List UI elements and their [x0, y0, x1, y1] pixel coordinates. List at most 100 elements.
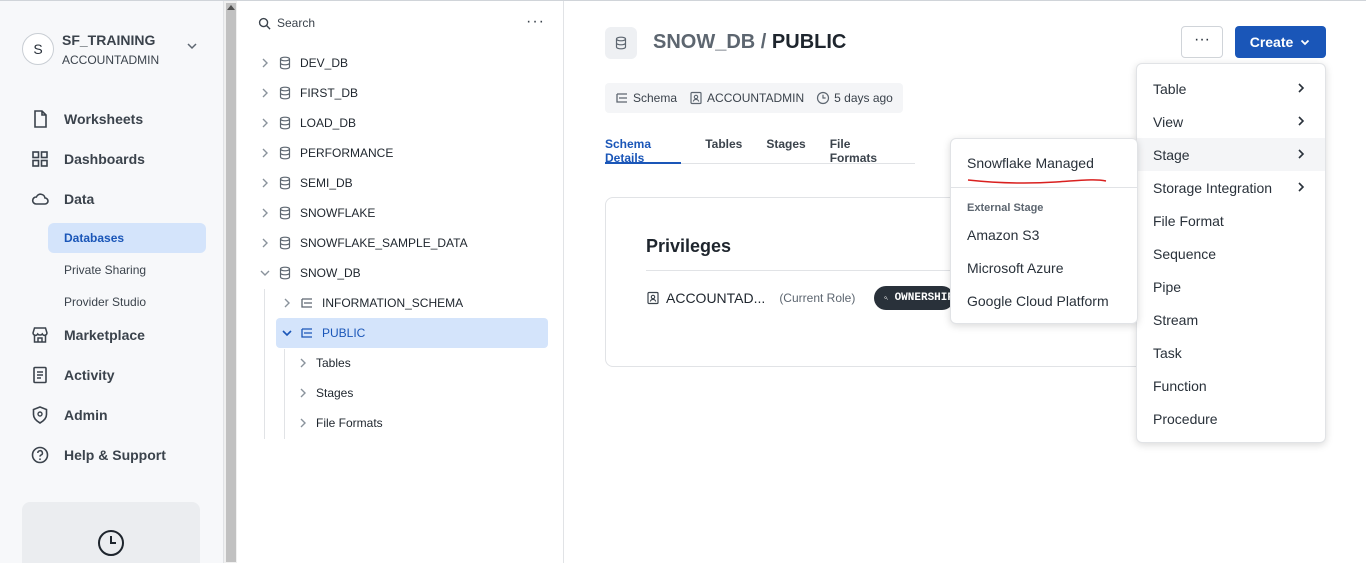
tree-node-public[interactable]: PUBLIC [276, 318, 548, 348]
create-menu-item-stream[interactable]: Stream [1137, 303, 1325, 336]
tab-file-formats[interactable]: File Formats [830, 134, 891, 165]
menu-item-label: Procedure [1153, 410, 1218, 427]
breadcrumb-db[interactable]: SNOW_DB [653, 31, 755, 53]
create-menu-item-storage-integration[interactable]: Storage Integration [1137, 171, 1325, 204]
database-icon [279, 206, 291, 220]
nav-dashboards[interactable]: Dashboards [30, 148, 145, 170]
database-icon [279, 86, 291, 100]
meta-updated: 5 days ago [816, 91, 893, 105]
tree-more-button[interactable]: ··· [526, 13, 545, 31]
database-icon [279, 176, 291, 190]
tree-node-stages[interactable]: Stages [296, 378, 353, 408]
chevron-down-icon [1301, 39, 1310, 46]
nav-label: Dashboards [64, 151, 145, 167]
schema-icon [301, 298, 312, 308]
nav-activity[interactable]: Activity [30, 364, 115, 386]
chevron-right-icon [300, 358, 306, 368]
ownership-label: OWNERSHIP [894, 292, 954, 304]
account-switcher[interactable]: S SF_TRAINING ACCOUNTADMIN [22, 31, 207, 71]
create-menu-item-function[interactable]: Function [1137, 369, 1325, 402]
nav-private-sharing[interactable]: Private Sharing [48, 255, 206, 285]
tree-node-database[interactable]: DEV_DB [258, 48, 348, 78]
chevron-right-icon [262, 178, 268, 188]
tree-node-tables[interactable]: Tables [296, 348, 351, 378]
create-menu-item-procedure[interactable]: Procedure [1137, 402, 1325, 435]
tree-node-label: PERFORMANCE [300, 146, 394, 160]
create-menu-item-task[interactable]: Task [1137, 336, 1325, 369]
shield-icon [32, 406, 48, 424]
nav-provider-studio[interactable]: Provider Studio [48, 287, 206, 317]
cloud-icon [31, 193, 49, 205]
create-menu-item-file-format[interactable]: File Format [1137, 204, 1325, 237]
tree-node-database[interactable]: FIRST_DB [258, 78, 358, 108]
avatar: S [22, 33, 54, 65]
menu-item-label: Stream [1153, 311, 1199, 328]
nav-label: Help & Support [64, 447, 166, 463]
tree-node-label: Tables [316, 356, 351, 370]
file-icon [34, 110, 47, 128]
create-menu-item-view[interactable]: View [1137, 105, 1325, 138]
chevron-right-icon [262, 148, 268, 158]
stage-google-cloud-platform[interactable]: Google Cloud Platform [967, 293, 1109, 309]
nav-marketplace[interactable]: Marketplace [30, 324, 145, 346]
tree-node-database[interactable]: SEMI_DB [258, 168, 353, 198]
tree-node-database[interactable]: LOAD_DB [258, 108, 356, 138]
chevron-right-icon [1298, 182, 1305, 192]
activity-icon [33, 366, 47, 384]
create-menu-item-stage[interactable]: Stage [1137, 138, 1325, 171]
tree-node-database[interactable]: SNOWFLAKE [258, 198, 375, 228]
menu-item-label: Sequence [1153, 245, 1217, 262]
schema-icon [616, 93, 627, 103]
more-actions-button[interactable]: ··· [1181, 26, 1223, 58]
stage-snowflake-managed[interactable]: Snowflake Managed [967, 155, 1094, 171]
privilege-role: ACCOUNTAD... [666, 290, 766, 306]
account-role: ACCOUNTADMIN [62, 53, 160, 67]
tree-node-database[interactable]: PERFORMANCE [258, 138, 393, 168]
create-menu-item-pipe[interactable]: Pipe [1137, 270, 1325, 303]
menu-item-label: View [1153, 113, 1184, 130]
clock-icon [98, 530, 124, 556]
create-label: Create [1249, 34, 1294, 50]
menu-item-label: Table [1153, 80, 1187, 97]
nav-bottom-card [22, 502, 200, 563]
privilege-current-role: (Current Role) [779, 291, 856, 305]
chevron-right-icon [284, 298, 290, 308]
create-button[interactable]: Create [1235, 26, 1326, 58]
tab-stages[interactable]: Stages [766, 134, 805, 164]
tree-search[interactable]: Search [258, 16, 315, 30]
meta-owner: ACCOUNTADMIN [689, 91, 804, 105]
tree-node-database[interactable]: SNOWFLAKE_SAMPLE_DATA [258, 228, 468, 258]
chevron-right-icon [262, 238, 268, 248]
chevron-right-icon [262, 58, 268, 68]
tree-node-file-formats[interactable]: File Formats [296, 408, 383, 438]
red-underline-annotation [967, 179, 1107, 184]
tab-tables[interactable]: Tables [705, 134, 742, 164]
search-label: Search [277, 16, 316, 30]
nav-databases[interactable]: Databases [48, 223, 206, 253]
create-menu-item-sequence[interactable]: Sequence [1137, 237, 1325, 270]
create-menu-item-table[interactable]: Table [1137, 72, 1325, 105]
tree-node-label: FIRST_DB [300, 86, 359, 100]
schema-meta-bar: Schema ACCOUNTADMIN 5 days ago [605, 83, 903, 113]
stage-amazon-s3[interactable]: Amazon S3 [967, 227, 1039, 243]
stage-submenu: Snowflake Managed External Stage Amazon … [950, 138, 1138, 324]
nav-data[interactable]: Data [30, 188, 94, 210]
scroll-up-icon[interactable] [227, 5, 235, 10]
tree-node-database[interactable]: SNOW_DB [258, 258, 361, 288]
schema-icon [301, 328, 312, 338]
create-menu: Table View Stage Storage Integration File Fo… [1136, 63, 1326, 443]
database-icon [279, 146, 291, 160]
privileges-title: Privileges [646, 236, 732, 256]
nav-admin[interactable]: Admin [30, 404, 108, 426]
chevron-right-icon [1298, 83, 1305, 93]
tab-schema-details[interactable]: Schema Details [605, 134, 682, 165]
nav-worksheets[interactable]: Worksheets [30, 108, 143, 130]
nav-scrollbar[interactable] [223, 1, 237, 563]
nav-label: Marketplace [64, 327, 145, 343]
stage-microsoft-azure[interactable]: Microsoft Azure [967, 260, 1063, 276]
scrollbar-thumb[interactable] [226, 3, 236, 562]
left-nav: S SF_TRAINING ACCOUNTADMIN Worksheets Da… [0, 1, 223, 563]
breadcrumb-schema: PUBLIC [771, 31, 847, 53]
tree-node-information-schema[interactable]: INFORMATION_SCHEMA [276, 288, 546, 318]
nav-help-support[interactable]: Help & Support [30, 444, 166, 466]
